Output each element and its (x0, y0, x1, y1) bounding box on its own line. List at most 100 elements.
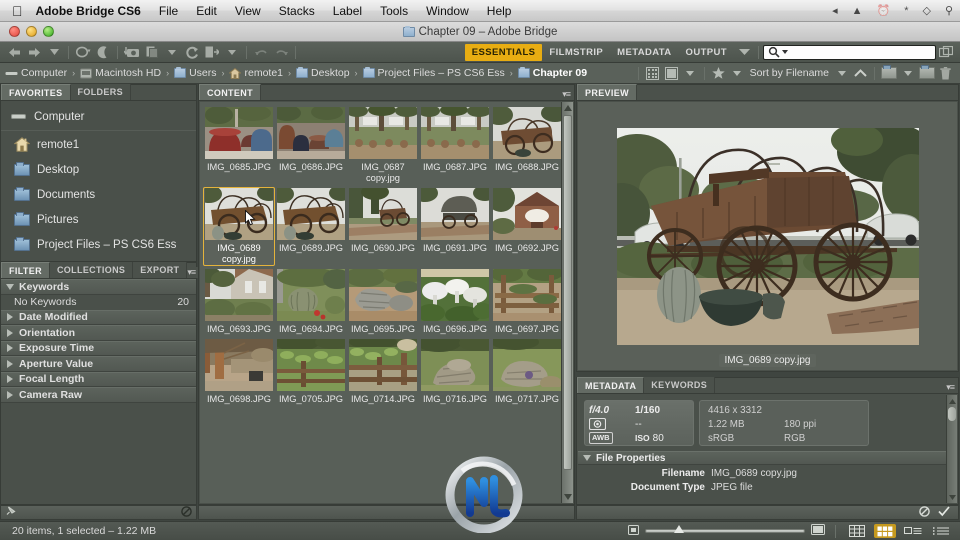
star-icon[interactable] (709, 65, 728, 81)
preview-area[interactable]: IMG_0689 copy.jpg (578, 102, 957, 370)
filter-grid-icon[interactable] (643, 65, 662, 81)
apple-icon[interactable]:  (0, 4, 34, 18)
favorite-item-documents[interactable]: Documents (1, 182, 196, 207)
compact-window-icon[interactable] (936, 44, 956, 61)
tab-collections[interactable]: COLLECTIONS (49, 262, 134, 278)
thumbnail-image[interactable] (493, 188, 561, 240)
tab-content[interactable]: CONTENT (199, 84, 261, 100)
small-thumbnail-icon[interactable] (628, 524, 639, 538)
eject-icon[interactable]: ▲ (845, 5, 870, 17)
thumbnail-item[interactable]: IMG_0692.JPG (491, 187, 561, 266)
thumbnail-size-slider-knob[interactable] (674, 525, 684, 533)
menu-window[interactable]: Window (417, 4, 478, 18)
filter-group-camera-raw[interactable]: Camera Raw (1, 387, 196, 403)
chevron-down-icon[interactable] (222, 44, 242, 61)
thumbnail-item[interactable]: IMG_0717.JPG (491, 338, 561, 406)
metadata-scrollbar-thumb[interactable] (948, 407, 956, 421)
workspace-essentials[interactable]: ESSENTIALS (464, 43, 543, 61)
metadata-scrollbar[interactable] (946, 395, 957, 503)
refresh-icon[interactable] (182, 44, 202, 61)
chevron-down-icon[interactable] (832, 65, 851, 81)
menu-tools[interactable]: Tools (371, 4, 417, 18)
timemachine-icon[interactable]: ⏰ (869, 4, 897, 17)
thumbnail-item[interactable]: IMG_0688.JPG (491, 106, 561, 185)
chevron-down-icon[interactable] (728, 65, 747, 81)
scroll-down-arrow[interactable] (562, 491, 573, 503)
thumbnail-item[interactable]: IMG_0696.JPG (419, 268, 491, 336)
thumbnail-item[interactable]: IMG_0693.JPG (203, 268, 275, 336)
thumbnail-image[interactable] (205, 107, 273, 159)
back-arrow-icon[interactable] (4, 44, 24, 61)
menu-help[interactable]: Help (478, 4, 521, 18)
new-folder-icon[interactable] (917, 65, 936, 81)
favorite-item-desktop[interactable]: Desktop (1, 157, 196, 182)
breadcrumb-item-computer[interactable]: Computer (5, 67, 67, 79)
breadcrumb-item-macintosh-hd[interactable]: Macintosh HD (80, 67, 161, 79)
filter-items-icon[interactable] (662, 65, 681, 81)
thumbnail-image[interactable] (277, 339, 345, 391)
thumbnail-item[interactable]: IMG_0716.JPG (419, 338, 491, 406)
filter-group-focal-length[interactable]: Focal Length (1, 371, 196, 387)
moon-icon[interactable] (93, 44, 113, 61)
chevron-down-icon[interactable] (162, 44, 182, 61)
wifi-icon[interactable]: ◇ (915, 4, 937, 17)
thumbnail-item[interactable]: IMG_0687 copy.jpg (347, 106, 419, 185)
thumbnail-image[interactable] (493, 269, 561, 321)
filter-group-aperture-value[interactable]: Aperture Value (1, 356, 196, 372)
content-scrollbar[interactable] (561, 102, 573, 503)
workspace-filmstrip[interactable]: FILMSTRIP (542, 44, 610, 61)
tab-export[interactable]: EXPORT (133, 262, 188, 278)
thumbnail-image[interactable] (205, 339, 273, 391)
details-view-icon[interactable] (902, 524, 924, 538)
thumbnail-image[interactable] (349, 339, 417, 391)
thumbnail-item[interactable]: IMG_0697.JPG (491, 268, 561, 336)
thumbnail-image[interactable] (349, 269, 417, 321)
thumbnail-item[interactable]: IMG_0689.JPG (275, 187, 347, 266)
menu-edit[interactable]: Edit (187, 4, 226, 18)
bluetooth-icon[interactable]: * (897, 5, 915, 17)
filter-group-exposure-time[interactable]: Exposure Time (1, 340, 196, 356)
thumbnail-image[interactable] (205, 188, 273, 240)
thumbnail-image[interactable] (493, 339, 561, 391)
grid-lock-icon[interactable] (846, 524, 868, 538)
metadata-section-file-properties[interactable]: File Properties (578, 451, 957, 465)
panel-menu-icon[interactable]: ▾≡ (187, 267, 196, 278)
breadcrumb-item-desktop[interactable]: Desktop (296, 67, 350, 79)
chevron-down-icon[interactable] (44, 44, 64, 61)
chevron-down-icon[interactable] (734, 44, 754, 61)
thumbnail-image[interactable] (205, 269, 273, 321)
scroll-up-arrow[interactable] (947, 395, 957, 407)
content-scrollbar-thumb[interactable] (563, 115, 572, 470)
revert-icon[interactable] (73, 44, 93, 61)
thumbnail-item[interactable]: IMG_0714.JPG (347, 338, 419, 406)
rotate-cw-icon[interactable] (271, 44, 291, 61)
breadcrumb-item-users[interactable]: Users (174, 67, 216, 79)
cancel-icon[interactable] (919, 505, 930, 520)
filter-value-no-keywords[interactable]: No Keywords 20 (1, 294, 196, 310)
workspace-output[interactable]: OUTPUT (679, 44, 734, 61)
thumbnail-item[interactable]: IMG_0694.JPG (275, 268, 347, 336)
menu-stacks[interactable]: Stacks (270, 4, 324, 18)
favorite-item-remote1[interactable]: remote1 (1, 132, 196, 157)
thumbnail-item[interactable]: IMG_0687.JPG (419, 106, 491, 185)
trash-icon[interactable] (936, 65, 955, 81)
chevron-up-icon[interactable] (851, 65, 870, 81)
scroll-up-arrow[interactable] (562, 102, 573, 114)
thumbnail-image[interactable] (493, 107, 561, 159)
open-folder-icon[interactable] (879, 65, 898, 81)
scroll-down-arrow[interactable] (947, 491, 957, 503)
thumbnail-image[interactable] (277, 188, 345, 240)
thumbnail-image[interactable] (349, 188, 417, 240)
breadcrumb-item-chapter-09[interactable]: Chapter 09 (517, 67, 587, 79)
camera-download-icon[interactable] (122, 44, 142, 61)
rotate-ccw-icon[interactable] (251, 44, 271, 61)
thumbnail-item[interactable]: IMG_0698.JPG (203, 338, 275, 406)
favorite-item-pictures[interactable]: Pictures (1, 207, 196, 232)
forward-arrow-icon[interactable] (24, 44, 44, 61)
thumbnail-item-selected[interactable]: IMG_0689 copy.jpg (203, 187, 275, 266)
thumbnail-grid[interactable]: IMG_0685.JPG IMG_0686.JPG IMG_0687 copy.jp… (200, 102, 561, 503)
panel-menu-icon[interactable]: ▾≡ (562, 89, 571, 100)
spotlight-icon[interactable]: ⚲ (938, 4, 960, 17)
chevron-down-icon[interactable] (898, 65, 917, 81)
tab-preview[interactable]: PREVIEW (577, 84, 637, 100)
